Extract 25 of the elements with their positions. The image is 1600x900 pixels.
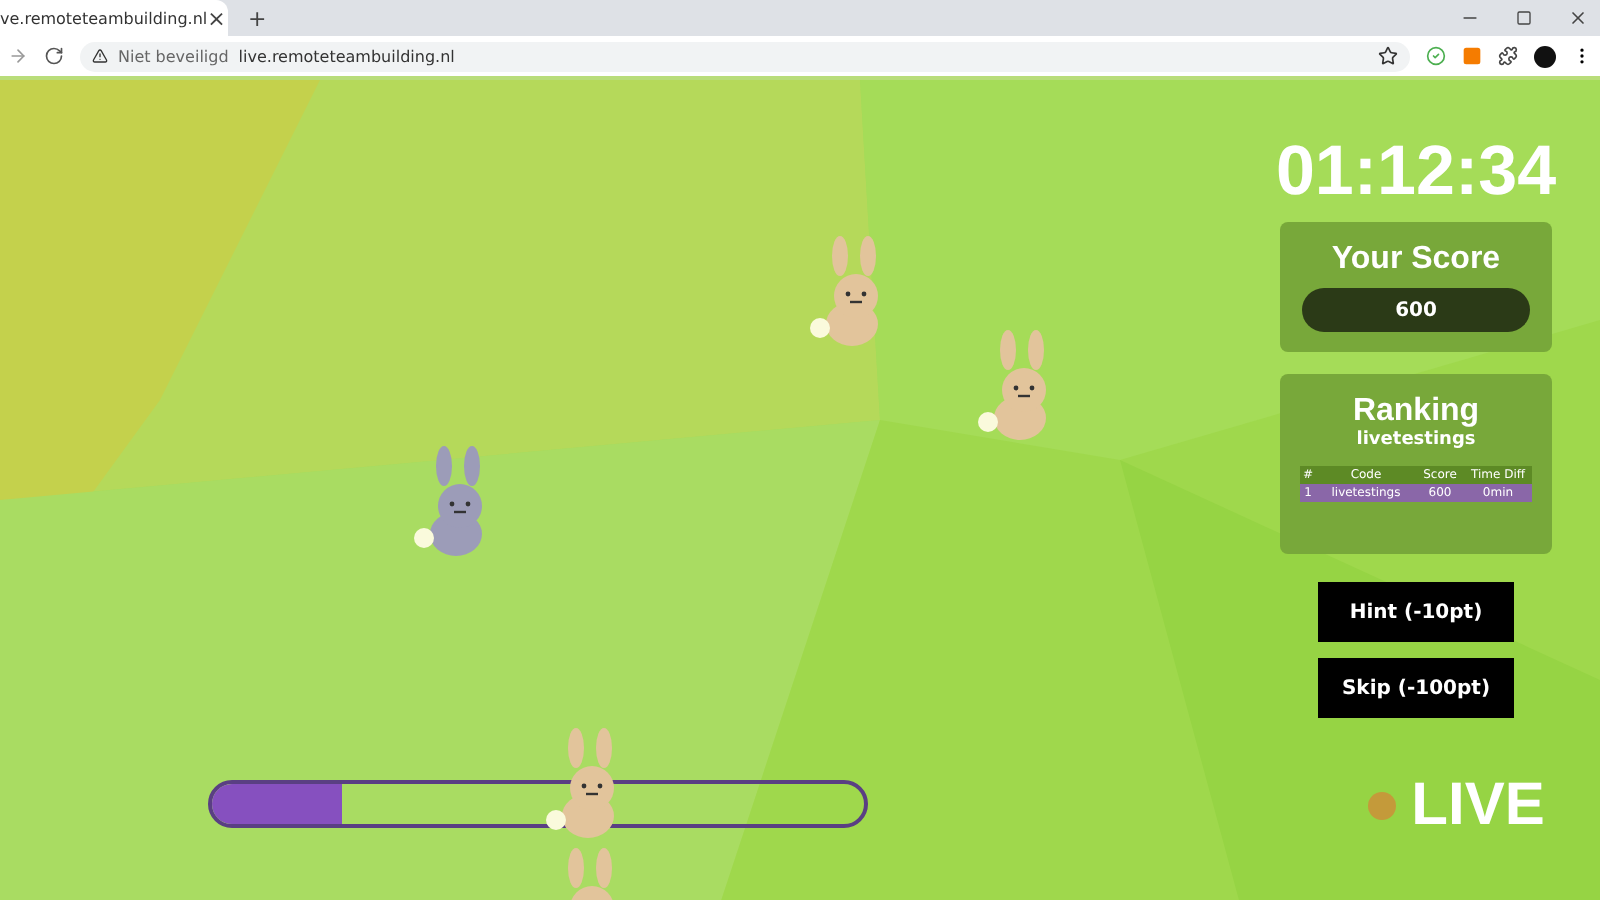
- new-tab-button[interactable]: +: [248, 5, 267, 31]
- url-text: live.remoteteambuilding.nl: [238, 47, 455, 65]
- address-bar[interactable]: Niet beveiligd live.remoteteambuilding.nl: [80, 41, 1410, 71]
- reload-icon[interactable]: [44, 46, 64, 66]
- check-icon[interactable]: [1426, 46, 1446, 66]
- extension-icon[interactable]: [1462, 46, 1482, 66]
- forward-icon[interactable]: [8, 46, 28, 66]
- ranking-subtitle: livetestings: [1356, 430, 1476, 450]
- score-title: Your Score: [1331, 242, 1501, 278]
- hint-button[interactable]: Hint (-10pt): [1318, 582, 1514, 642]
- ranking-title: Ranking: [1352, 394, 1480, 430]
- countdown-timer: 01:12:34: [1275, 136, 1557, 206]
- close-icon[interactable]: [1568, 8, 1588, 28]
- warning-icon: [92, 48, 108, 64]
- maximize-icon[interactable]: [1516, 10, 1532, 26]
- browser-tab[interactable]: ve.remoteteambuilding.nl×: [0, 0, 228, 36]
- extensions-icon[interactable]: [1498, 46, 1518, 66]
- profile-avatar[interactable]: [1534, 45, 1556, 67]
- bookmark-star-icon[interactable]: [1378, 46, 1398, 66]
- security-label: Niet beveiligd: [118, 47, 229, 65]
- tab-title: ve.remoteteambuilding.nl: [0, 9, 208, 27]
- skip-button[interactable]: Skip (-100pt): [1318, 658, 1514, 718]
- live-label: LIVE: [1411, 772, 1545, 840]
- score-value: 600: [1302, 288, 1530, 332]
- close-tab-button[interactable]: ×: [207, 5, 226, 31]
